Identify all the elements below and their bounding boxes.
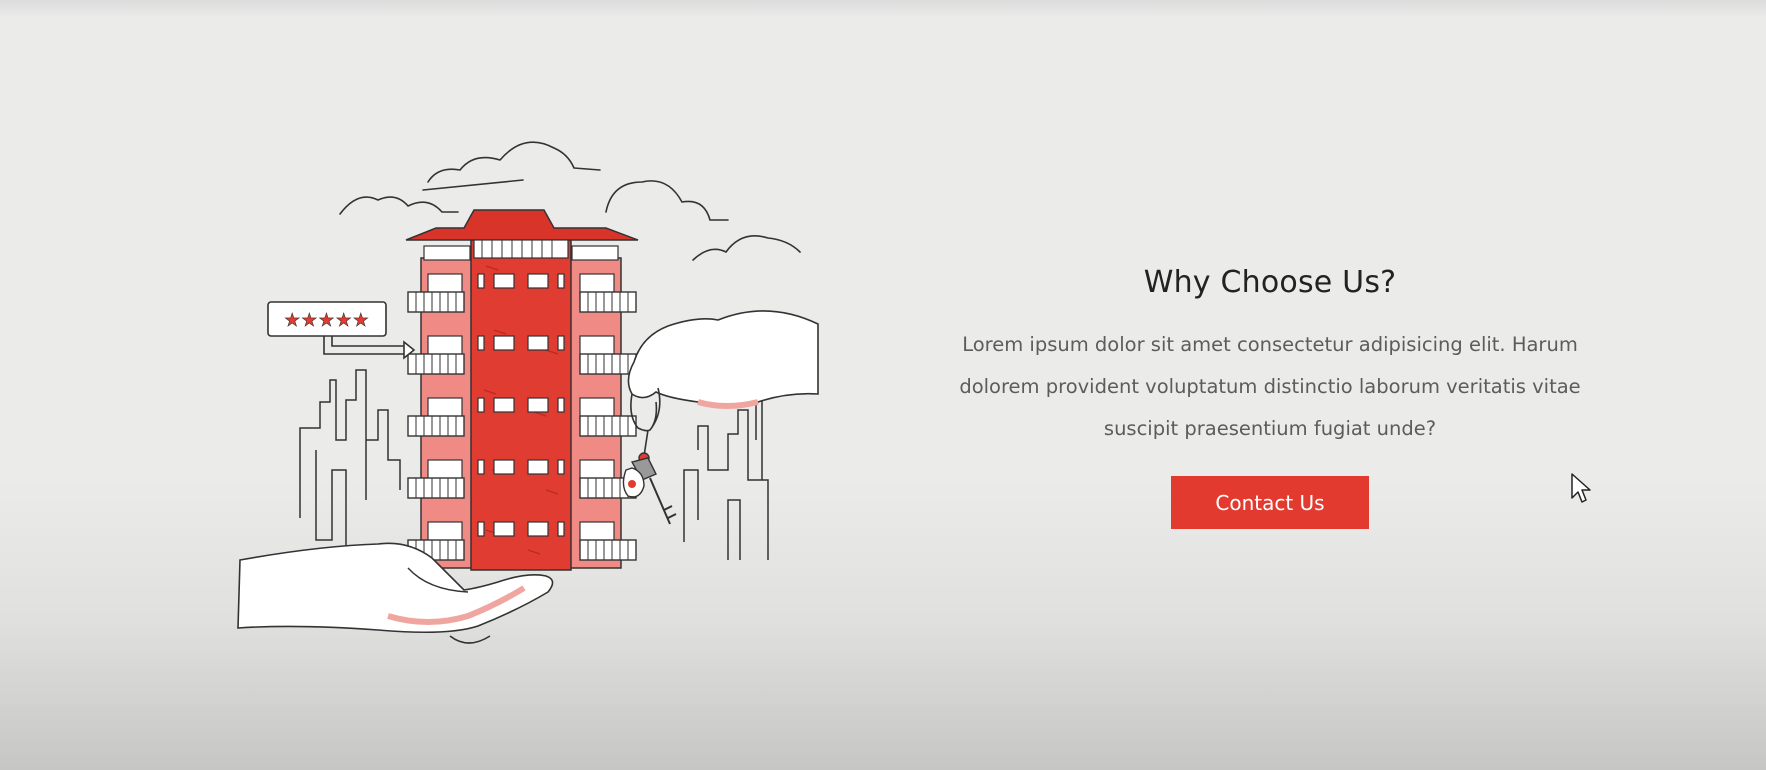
rating-bubble: ★★★★★ <box>267 301 416 360</box>
building-handover-icon: ★★★★★ <box>237 141 819 644</box>
building-handover-illustration: ★★★★★ <box>228 140 828 690</box>
mouse-cursor-icon <box>1571 473 1591 503</box>
key <box>622 457 677 525</box>
giving-hand <box>627 310 819 464</box>
contact-us-button[interactable]: Contact Us <box>1171 476 1369 529</box>
section-title: Why Choose Us? <box>1143 265 1397 300</box>
why-choose-us-section: Why Choose Us? Lorem ipsum dolor sit ame… <box>900 258 1640 529</box>
svg-text:★★★★★: ★★★★★ <box>284 310 370 331</box>
section-description: Lorem ipsum dolor sit amet consectetur a… <box>959 333 1581 440</box>
building <box>405 209 639 571</box>
